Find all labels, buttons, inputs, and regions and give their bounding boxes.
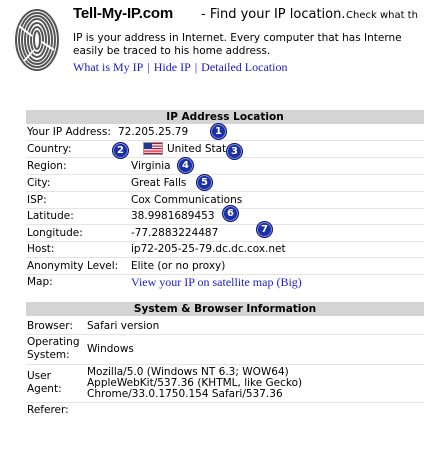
site-title[interactable]: Tell-My-IP.com: [73, 5, 173, 22]
host-value: ip72-205-25-79.dc.dc.cox.net: [131, 243, 286, 255]
referer-label: Referer:: [27, 404, 69, 416]
anonymity-label: Anonymity Level:: [27, 260, 119, 272]
ip-section-header: IP Address Location: [26, 110, 424, 124]
nav-separator: |: [147, 60, 150, 74]
region-label: Region:: [27, 160, 67, 172]
isp-label: ISP:: [27, 194, 47, 206]
nav-detailed-location[interactable]: Detailed Location: [201, 60, 287, 74]
ip-address-label: Your IP Address:: [27, 126, 111, 138]
longitude-value: -77.2883224487: [131, 227, 219, 239]
badge-5-icon: 5: [196, 174, 213, 191]
us-flag-icon: [143, 142, 163, 155]
badge-3-icon: 3: [226, 143, 243, 160]
longitude-label: Longitude:: [27, 227, 83, 239]
browser-value: Safari version: [87, 320, 160, 332]
host-row: Host: ip72-205-25-79.dc.dc.cox.net: [26, 242, 424, 257]
city-value: Great Falls: [131, 177, 187, 189]
satellite-map-link[interactable]: View your IP on satellite map (Big): [131, 275, 302, 289]
latitude-label: Latitude:: [27, 210, 74, 222]
longitude-row: Longitude: -77.2883224487: [26, 226, 424, 241]
nav-separator: |: [194, 60, 198, 74]
intro-text-line-2: easily be traced to his home address.: [73, 45, 271, 57]
region-row: Region: Virginia: [26, 159, 424, 174]
isp-value: Cox Communications: [131, 194, 243, 206]
anonymity-value: Elite (or no proxy): [131, 260, 226, 272]
host-label: Host:: [27, 243, 55, 255]
map-label: Map:: [27, 276, 53, 288]
ua-label-line-2: Agent:: [27, 383, 62, 395]
ip-address-value: 72.205.25.79: [118, 126, 189, 138]
system-section-header: System & Browser Information: [26, 302, 424, 316]
badge-7-icon: 7: [256, 221, 273, 238]
top-nav: What is My IP | Hide IP | Detailed Location: [73, 60, 287, 75]
country-label: Country:: [27, 143, 72, 155]
browser-label: Browser:: [27, 320, 73, 332]
city-label: City:: [27, 177, 51, 189]
site-tagline: - Find your IP location.: [201, 7, 346, 22]
badge-1-icon: 1: [210, 123, 227, 140]
map-row: Map: View your IP on satellite map (Big): [26, 275, 424, 290]
fingerprint-logo-icon: [15, 9, 59, 71]
os-label-line-2: System:: [27, 349, 70, 361]
os-value: Windows: [87, 343, 134, 355]
os-label-line-1: Operating: [27, 336, 80, 348]
badge-2-icon: 2: [112, 142, 129, 159]
latitude-value: 38.9981689453: [131, 210, 215, 222]
ua-value-line-3: Chrome/33.0.1750.154 Safari/537.36: [87, 388, 283, 400]
nav-what-is-my-ip[interactable]: What is My IP: [73, 60, 143, 74]
nav-hide-ip[interactable]: Hide IP: [154, 60, 191, 74]
city-row: City: Great Falls: [26, 176, 424, 191]
badge-6-icon: 6: [222, 205, 239, 222]
region-value: Virginia: [131, 160, 171, 172]
intro-text-line-1: IP is your address in Internet. Every co…: [73, 32, 402, 44]
badge-4-icon: 4: [177, 157, 194, 174]
tagline-overflow-text: Check what th: [346, 10, 418, 21]
ua-label-line-1: User: [27, 370, 51, 382]
anonymity-row: Anonymity Level: Elite (or no proxy): [26, 259, 424, 274]
country-row: Country: United States: [26, 142, 424, 157]
